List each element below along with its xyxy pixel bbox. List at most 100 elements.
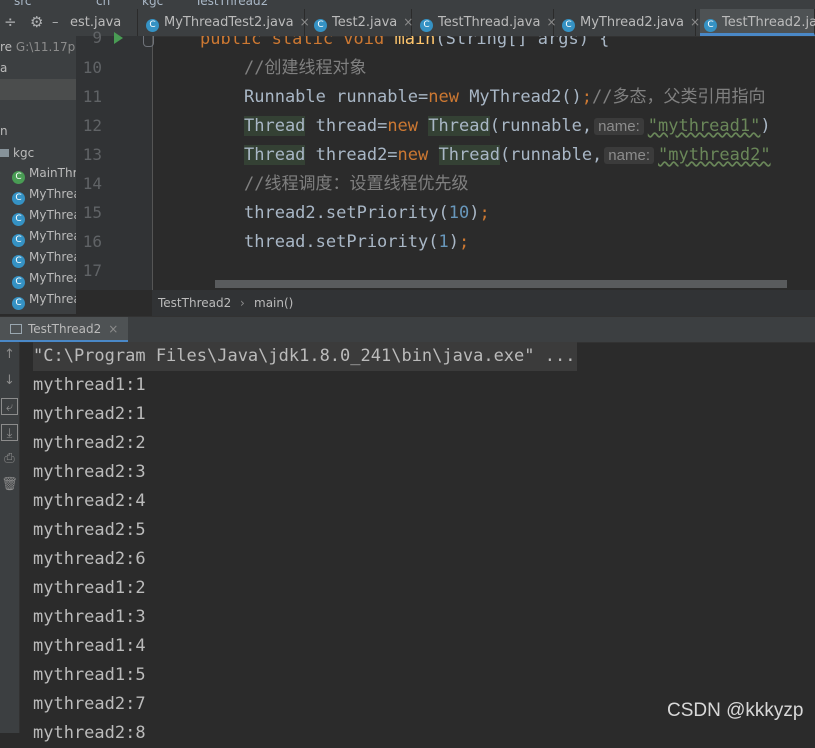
run-gutter-icon[interactable]	[114, 32, 123, 44]
class-icon: C	[420, 19, 433, 32]
gear-icon[interactable]: ⚙	[30, 9, 43, 36]
line-number: 11	[82, 87, 102, 106]
line-number: 17	[82, 261, 102, 280]
breadcrumb-item[interactable]: TestThread2	[195, 0, 268, 8]
number-literal: 10	[448, 203, 470, 223]
console-line: mythread2:8	[33, 723, 146, 743]
code-line: Runnable runnable=new MyThread2();//多态，父…	[244, 83, 766, 112]
line-number: 16	[82, 232, 102, 251]
file-label: MainThr	[29, 166, 76, 180]
project-root-row[interactable]: re G:\11.17pr	[0, 37, 76, 58]
split-icon[interactable]: ÷	[4, 9, 17, 36]
scroll-to-end-icon[interactable]: ⤓	[1, 424, 18, 441]
console-line: mythread2:4	[33, 491, 146, 511]
class-icon: C	[12, 297, 25, 310]
tree-file[interactable]: C MyThrea	[12, 226, 76, 247]
console-command: "C:\Program Files\Java\jdk1.8.0_241\bin\…	[33, 342, 578, 371]
class-icon: C	[12, 192, 25, 205]
package-label: kgc	[13, 146, 35, 160]
class-ref: Thread	[428, 116, 490, 136]
keyword: new	[397, 145, 429, 165]
line-number: 10	[82, 58, 102, 77]
code-text: (String[] args) {	[435, 36, 610, 49]
trash-icon[interactable]: 🗑	[1, 476, 18, 493]
tree-package-kgc[interactable]: kgc	[0, 143, 34, 164]
run-tool-header: TestThread2 ×	[0, 316, 815, 343]
breadcrumb-item[interactable]: kgc	[142, 0, 163, 8]
minimize-icon[interactable]: –	[52, 9, 59, 36]
code-line: Thread thread2=new Thread(runnable, name:…	[244, 141, 771, 170]
code-text: )	[469, 203, 480, 223]
close-icon[interactable]: ×	[108, 322, 118, 336]
close-icon[interactable]: ×	[690, 15, 700, 29]
class-icon: C	[146, 19, 159, 32]
run-side-toolbar: ↑ ↓ ⤶ ⤓ ⎙ 🗑	[0, 342, 20, 733]
tab-mythreadtest2-java[interactable]: C MyThreadTest2.java ×	[142, 9, 310, 36]
tab-test2-java[interactable]: C Test2.java ×	[310, 9, 413, 36]
tree-file[interactable]: C MyThrea	[12, 268, 76, 289]
console-output[interactable]: "C:\Program Files\Java\jdk1.8.0_241\bin\…	[33, 342, 815, 748]
close-icon[interactable]: ×	[300, 15, 310, 29]
class-ref: Thread	[244, 145, 306, 165]
file-label: MyThrea	[29, 229, 76, 243]
project-path: G:\11.17pr	[15, 40, 76, 54]
project-panel: re G:\11.17pr a n kgc C MainThr C MyThrea …	[0, 36, 76, 314]
file-label: MyThrea	[29, 208, 76, 222]
code-editor[interactable]: public static void main(String[] args) {…	[153, 36, 815, 290]
semicolon: ;	[479, 203, 490, 223]
run-tab-testthread2[interactable]: TestThread2 ×	[0, 317, 129, 342]
console-line: mythread2:1	[33, 404, 146, 424]
parameter-hint: name:	[604, 147, 654, 164]
parameter-hint: name:	[594, 118, 644, 135]
tree-row[interactable]: n	[0, 121, 8, 142]
print-icon[interactable]: ⎙	[1, 450, 18, 467]
breadcrumb-class[interactable]: TestThread2	[158, 290, 231, 316]
semicolon: ;	[458, 232, 470, 252]
code-text: (runnable,	[489, 116, 593, 136]
tree-file[interactable]: C MyThrea	[12, 184, 76, 205]
breadcrumb-item[interactable]: src	[14, 0, 32, 8]
soft-wrap-icon[interactable]: ⤶	[1, 398, 18, 415]
code-text: thread.setPriority(	[244, 232, 439, 252]
code-line: Thread thread=new Thread(runnable, name: "…	[244, 112, 771, 141]
file-label: MyThrea	[29, 187, 76, 201]
breadcrumb-method[interactable]: main()	[254, 290, 293, 316]
close-icon[interactable]: ×	[403, 15, 413, 29]
tab-testthread-java[interactable]: C TestThread.java ×	[416, 9, 557, 36]
arrow-down-icon[interactable]: ↓	[1, 372, 18, 389]
close-icon[interactable]: ×	[546, 15, 556, 29]
tab-label: MyThreadTest2.java	[164, 15, 294, 30]
console-line: mythread1:2	[33, 578, 146, 598]
code-text: Runnable runnable=	[244, 87, 429, 107]
tree-file[interactable]: C MyThrea	[12, 205, 76, 226]
tree-file[interactable]: C MyThrea	[12, 247, 76, 268]
keyword: public static void	[200, 36, 395, 49]
code-text: )	[448, 232, 459, 252]
tree-row[interactable]: a	[0, 58, 7, 79]
project-label: re	[0, 40, 13, 54]
class-icon: C	[562, 19, 575, 32]
tree-file[interactable]: C MyThrea	[12, 289, 76, 310]
console-line: mythread2:5	[33, 520, 146, 540]
breadcrumb-item[interactable]: cn	[96, 0, 110, 8]
class-icon: C	[12, 276, 25, 289]
number-literal: 1	[438, 232, 449, 252]
class-icon: C	[314, 19, 327, 32]
horizontal-scrollbar[interactable]	[215, 280, 787, 288]
class-icon: C	[704, 19, 717, 32]
class-ref: Thread	[244, 116, 306, 136]
tree-row-selected[interactable]	[0, 79, 76, 100]
arrow-up-icon[interactable]: ↑	[1, 346, 18, 363]
string-literal: "mythread2"	[658, 145, 771, 165]
file-label: MyThrea	[29, 292, 76, 306]
tab-mythread2-java[interactable]: C MyThread2.java ×	[558, 9, 700, 36]
tab-testthread2-java[interactable]: C TestThread2.java	[700, 9, 815, 36]
code-comment: //多态，父类引用指向	[592, 87, 766, 107]
run-tab-label: TestThread2	[28, 322, 102, 336]
tab-label: TestThread2.java	[722, 15, 815, 30]
file-label: MyThrea	[29, 271, 76, 285]
tree-file[interactable]: C MainThr	[12, 163, 76, 184]
tab-label: MyThread2.java	[580, 15, 685, 30]
